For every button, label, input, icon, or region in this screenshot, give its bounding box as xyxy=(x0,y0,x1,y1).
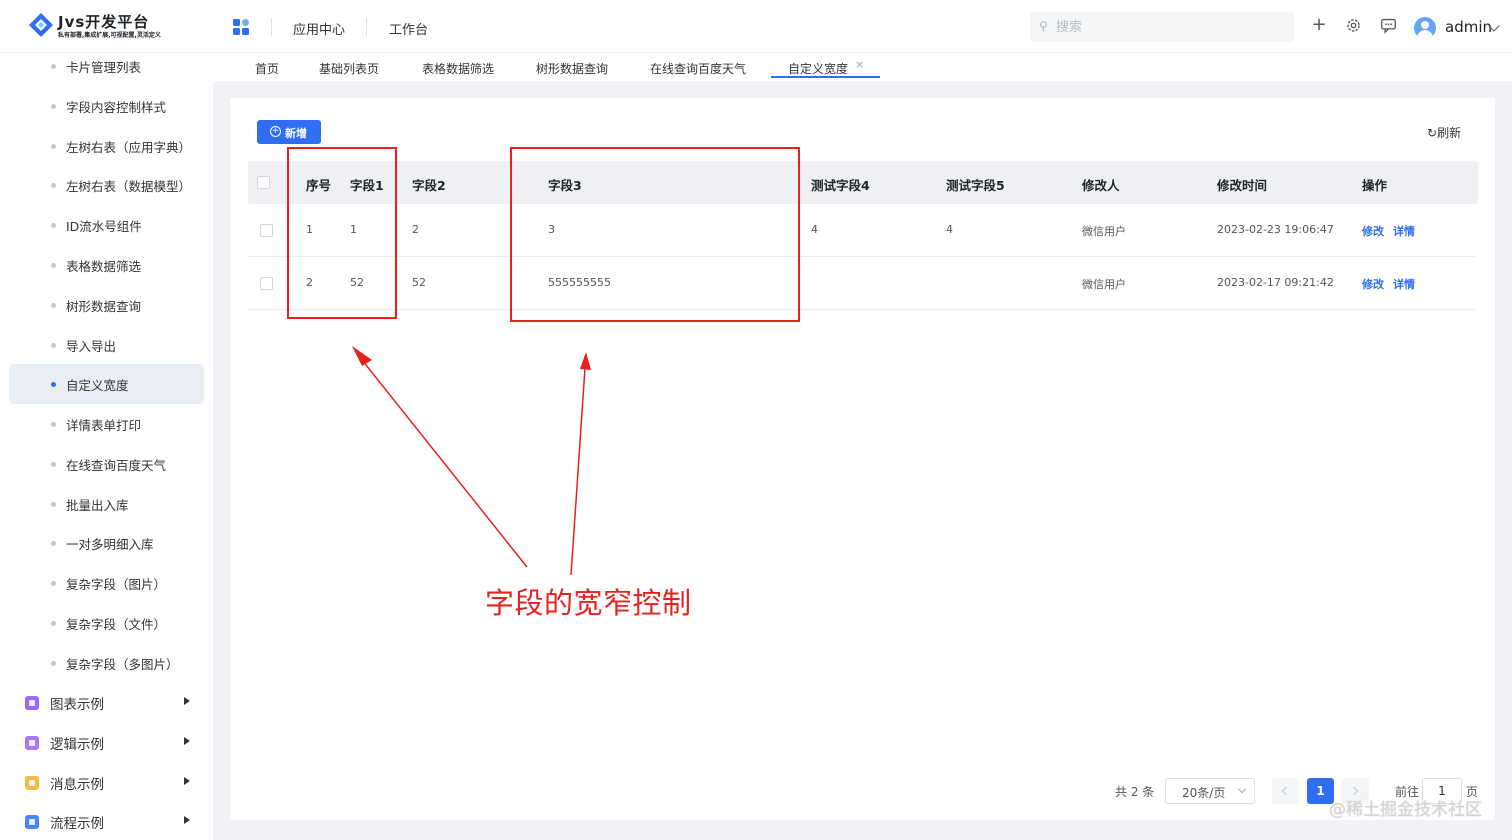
chevron-right-icon xyxy=(1349,786,1359,796)
arrow-head xyxy=(580,352,591,370)
chevron-left-icon xyxy=(1281,786,1291,796)
page-size-value: 20条/页 xyxy=(1182,786,1226,800)
pagination-total: 共 2 条 xyxy=(1115,785,1155,799)
annotation-text: 字段的宽窄控制 xyxy=(485,586,692,620)
page-size-select[interactable]: 20条/页 xyxy=(1165,778,1255,804)
chevron-down-icon xyxy=(1237,784,1247,794)
annotation-arrows xyxy=(352,346,591,576)
watermark: @稀土掘金技术社区 xyxy=(1329,800,1482,820)
prev-page-button[interactable] xyxy=(1272,778,1299,804)
arrow-head xyxy=(352,346,372,366)
